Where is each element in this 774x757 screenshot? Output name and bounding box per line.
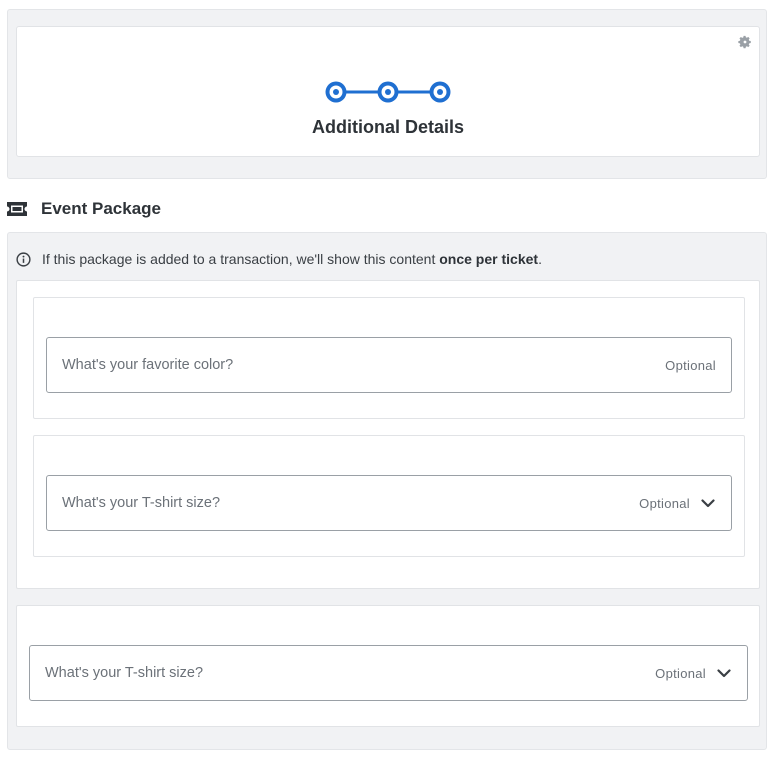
step-dot-3 bbox=[429, 81, 451, 103]
step-dot-1 bbox=[325, 81, 347, 103]
tshirt-size-select[interactable]: What's your T-shirt size? Optional bbox=[29, 645, 748, 701]
step-panel: Additional Details bbox=[7, 9, 767, 179]
info-text: If this package is added to a transactio… bbox=[42, 251, 542, 267]
field-label: What's your T-shirt size? bbox=[62, 495, 221, 511]
ticket-questions-card: What's your favorite color? Optional Wha… bbox=[16, 280, 760, 589]
section-header: Event Package bbox=[7, 198, 161, 220]
package-question-card: What's your T-shirt size? Optional bbox=[16, 605, 760, 727]
chevron-down-icon bbox=[717, 668, 731, 677]
optional-label: Optional bbox=[665, 357, 716, 373]
optional-label: Optional bbox=[639, 495, 690, 511]
info-message: If this package is added to a transactio… bbox=[16, 251, 542, 267]
optional-label: Optional bbox=[655, 665, 706, 681]
field-label: What's your T-shirt size? bbox=[45, 665, 204, 681]
package-panel: If this package is added to a transactio… bbox=[7, 232, 767, 750]
info-icon bbox=[16, 251, 31, 267]
ticket-icon bbox=[7, 202, 27, 216]
question-card: What's your favorite color? Optional bbox=[33, 297, 745, 419]
gear-icon[interactable] bbox=[738, 35, 752, 49]
question-card: What's your T-shirt size? Optional bbox=[33, 435, 745, 557]
step-progress-indicator bbox=[325, 81, 451, 103]
field-label: What's your favorite color? bbox=[62, 357, 234, 373]
tshirt-size-select[interactable]: What's your T-shirt size? Optional bbox=[46, 475, 732, 531]
step-title: Additional Details bbox=[311, 117, 464, 137]
step-card: Additional Details bbox=[16, 26, 760, 157]
favorite-color-input[interactable]: What's your favorite color? Optional bbox=[46, 337, 732, 393]
chevron-down-icon bbox=[701, 498, 715, 507]
step-dot-2 bbox=[377, 81, 399, 103]
section-title: Event Package bbox=[41, 199, 162, 218]
